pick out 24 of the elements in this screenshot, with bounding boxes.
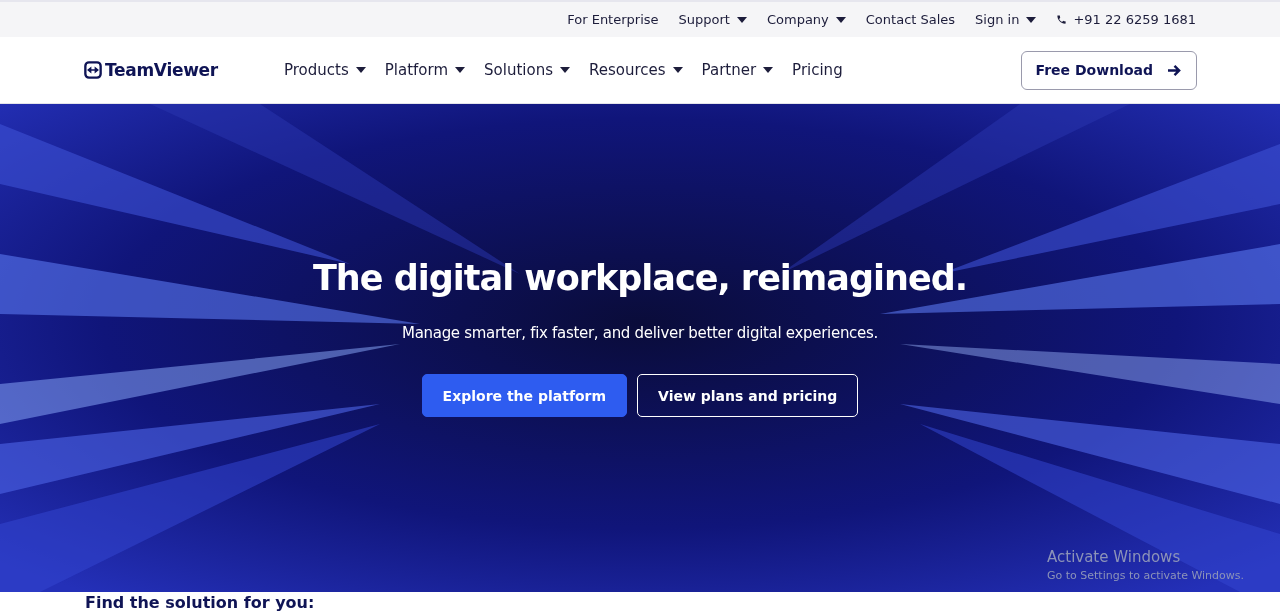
utility-link[interactable]: Sign in xyxy=(975,12,1037,27)
explore-button[interactable]: Explore the platform xyxy=(421,374,628,417)
pricing-button[interactable]: View plans and pricing xyxy=(637,374,859,417)
activation-message: Go to Settings to activate Windows. xyxy=(1047,569,1245,582)
download-button[interactable]: Free Download xyxy=(1020,50,1197,90)
utility-link[interactable]: Support xyxy=(678,12,747,27)
nav-link[interactable]: Products xyxy=(284,61,366,79)
hero-subtitle: Manage smarter, fix faster, and deliver better digital experiences. xyxy=(402,324,878,342)
nav-link[interactable]: Platform xyxy=(384,61,466,79)
hero-title: The digital workplace, reimagined. xyxy=(312,258,967,298)
phone-icon xyxy=(1056,14,1068,25)
nav-link[interactable]: Partner xyxy=(701,61,774,79)
logo-text[interactable]: TeamViewer xyxy=(105,60,218,80)
section-heading: Find the solution for you: xyxy=(85,594,316,611)
arrow-icon xyxy=(1167,63,1182,77)
phone-number[interactable]: +91 22 6259 1681 xyxy=(1073,12,1196,27)
utility-link[interactable]: Contact Sales xyxy=(865,12,956,27)
nav-link[interactable]: Resources xyxy=(588,61,683,79)
logo-icon xyxy=(84,61,102,79)
nav-link[interactable]: Pricing xyxy=(792,61,843,79)
activation-title: Activate Windows xyxy=(1047,548,1182,566)
utility-link[interactable]: For Enterprise xyxy=(567,12,659,27)
nav-link[interactable]: Solutions xyxy=(484,61,570,79)
utility-link[interactable]: Company xyxy=(766,12,846,27)
